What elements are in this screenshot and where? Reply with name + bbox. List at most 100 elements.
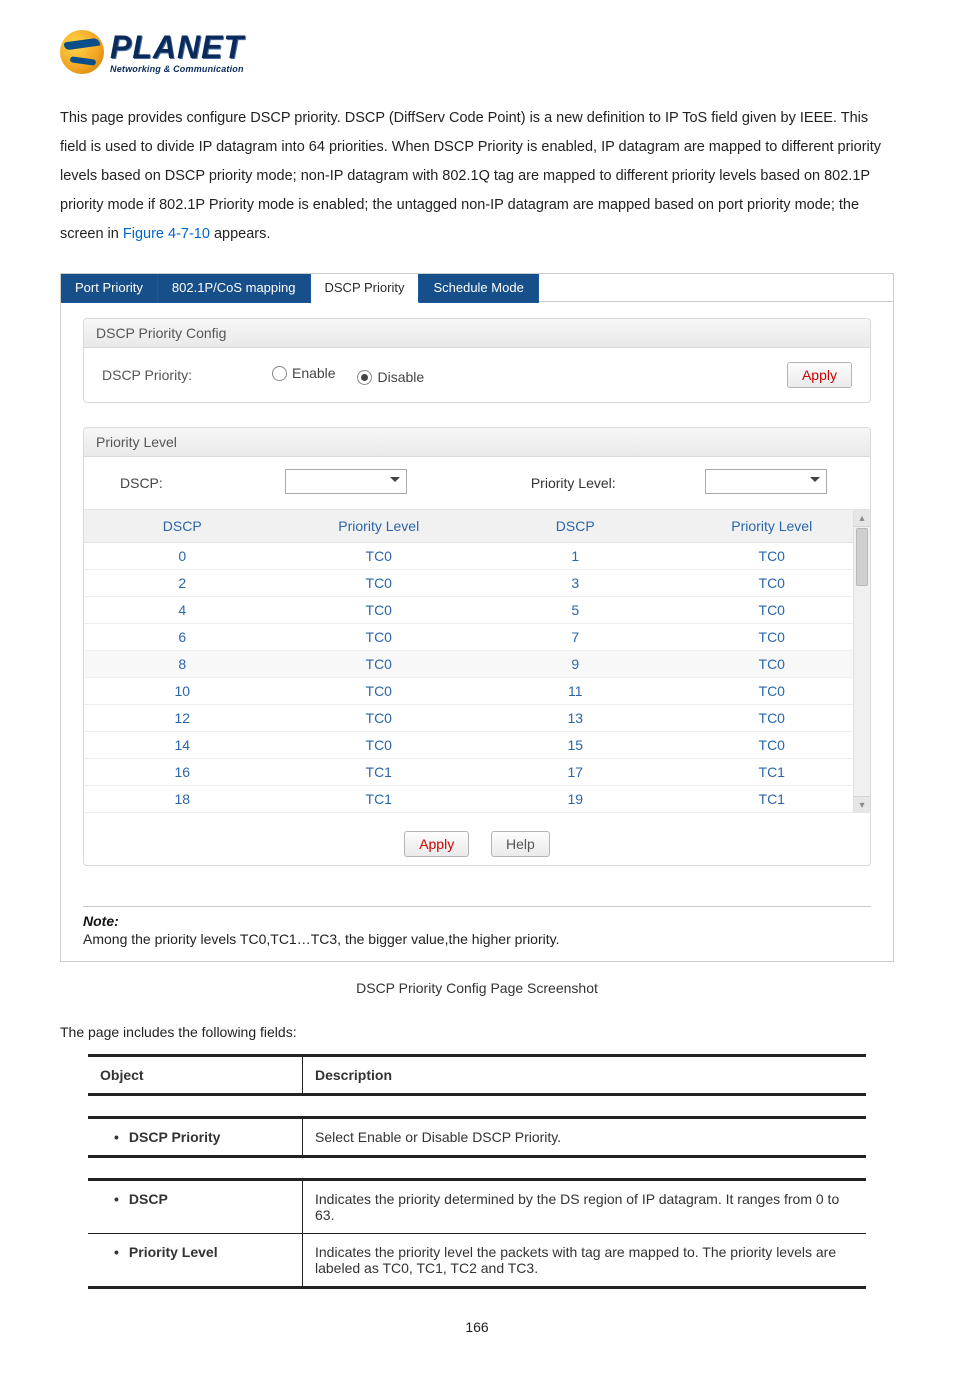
radio-enable[interactable]: Enable (272, 365, 336, 381)
priority-table-body: 0TC01TC02TC03TC04TC05TC06TC07TC08TC09TC0… (84, 543, 870, 813)
table-cell: 17 (477, 764, 674, 780)
table-cell: 1 (477, 548, 674, 564)
tab-8021p-cos-mapping[interactable]: 802.1P/CoS mapping (158, 274, 311, 303)
table-cell: 10 (84, 683, 281, 699)
fields-obj-cell: DSCP Priority (88, 1118, 303, 1157)
table-cell: 2 (84, 575, 281, 591)
fields-config-table: DSCP Priority Select Enable or Disable D… (88, 1116, 866, 1158)
priority-level-select[interactable] (705, 469, 827, 494)
scroll-down-icon[interactable]: ▾ (854, 796, 870, 813)
figure-caption: DSCP Priority Config Page Screenshot (60, 980, 894, 996)
apply-button-table[interactable]: Apply (404, 831, 469, 857)
table-row: 8TC09TC0 (84, 651, 870, 678)
help-button[interactable]: Help (491, 831, 550, 857)
brand-logo: PLANET Networking & Communication (60, 20, 894, 104)
table-cell: 5 (477, 602, 674, 618)
apply-button-config[interactable]: Apply (787, 362, 852, 388)
page-number: 166 (60, 1319, 894, 1335)
fields-desc-cell: Indicates the priority determined by the… (303, 1180, 867, 1234)
fields-th-description: Description (303, 1056, 867, 1095)
vertical-scrollbar[interactable]: ▴ ▾ (853, 510, 870, 813)
table-row: 6TC07TC0 (84, 624, 870, 651)
fields-obj-cell: DSCP (88, 1180, 303, 1234)
table-cell: TC0 (281, 548, 478, 564)
table-cell: TC0 (674, 656, 871, 672)
priority-table-header: DSCP Priority Level DSCP Priority Level (84, 510, 870, 543)
fields-row-dscp-priority: DSCP Priority Select Enable or Disable D… (88, 1118, 866, 1157)
tab-schedule-mode[interactable]: Schedule Mode (419, 274, 538, 303)
table-cell: TC0 (281, 683, 478, 699)
table-cell: 18 (84, 791, 281, 807)
divider (83, 906, 871, 907)
fields-row-priority-level: Priority Level Indicates the priority le… (88, 1234, 866, 1288)
th-pl-right: Priority Level (674, 518, 871, 534)
table-row: 4TC05TC0 (84, 597, 870, 624)
table-cell: TC0 (281, 737, 478, 753)
table-row: 2TC03TC0 (84, 570, 870, 597)
note-text: Among the priority levels TC0,TC1…TC3, t… (83, 931, 871, 947)
table-row: 0TC01TC0 (84, 543, 870, 570)
priority-level-select-label: Priority Level: (477, 475, 670, 491)
tab-dscp-priority[interactable]: DSCP Priority (311, 274, 420, 303)
intro-text-tail: appears. (214, 226, 270, 242)
fields-desc-cell: Select Enable or Disable DSCP Priority. (303, 1118, 867, 1157)
bullet-icon (100, 1191, 129, 1207)
table-cell: TC1 (281, 764, 478, 780)
table-row: 18TC119TC1 (84, 786, 870, 813)
fields-th-object: Object (88, 1056, 303, 1095)
radio-disable-label: Disable (377, 369, 424, 385)
table-cell: 12 (84, 710, 281, 726)
table-cell: TC0 (674, 737, 871, 753)
table-cell: TC0 (674, 629, 871, 645)
tabbar-filler (539, 274, 893, 302)
table-cell: 4 (84, 602, 281, 618)
table-row: 16TC117TC1 (84, 759, 870, 786)
intro-text-main: This page provides configure DSCP priori… (60, 110, 881, 242)
logo-tagline: Networking & Communication (110, 65, 244, 74)
globe-icon (60, 30, 104, 74)
table-cell: TC0 (281, 602, 478, 618)
intro-paragraph: This page provides configure DSCP priori… (60, 104, 894, 249)
table-cell: TC1 (281, 791, 478, 807)
table-cell: 7 (477, 629, 674, 645)
scroll-up-icon[interactable]: ▴ (854, 510, 870, 527)
table-row: 14TC015TC0 (84, 732, 870, 759)
bullet-icon (100, 1129, 129, 1145)
fields-row-dscp: DSCP Indicates the priority determined b… (88, 1180, 866, 1234)
radio-disable[interactable]: Disable (357, 369, 424, 385)
figure-reference-link[interactable]: Figure 4-7-10 (123, 226, 210, 242)
dscp-priority-config-title: DSCP Priority Config (83, 318, 871, 348)
bullet-icon (100, 1244, 129, 1260)
dscp-select-label: DSCP: (92, 475, 285, 491)
tab-port-priority[interactable]: Port Priority (61, 274, 158, 303)
table-cell: 14 (84, 737, 281, 753)
dscp-select[interactable] (285, 469, 407, 494)
fields-desc-cell: Indicates the priority level the packets… (303, 1234, 867, 1288)
table-cell: 11 (477, 683, 674, 699)
dscp-priority-label: DSCP Priority: (102, 367, 192, 383)
table-cell: 13 (477, 710, 674, 726)
table-cell: 8 (84, 656, 281, 672)
priority-level-title: Priority Level (83, 427, 871, 457)
table-cell: 15 (477, 737, 674, 753)
radio-icon-checked (357, 370, 372, 385)
scroll-thumb[interactable] (856, 528, 868, 586)
table-cell: TC0 (281, 575, 478, 591)
table-cell: 19 (477, 791, 674, 807)
table-cell: 9 (477, 656, 674, 672)
th-dscp-left: DSCP (84, 518, 281, 534)
logo-brand-text: PLANET (110, 31, 244, 63)
table-cell: TC0 (281, 629, 478, 645)
th-dscp-right: DSCP (477, 518, 674, 534)
table-cell: TC0 (674, 683, 871, 699)
table-cell: 16 (84, 764, 281, 780)
table-cell: TC0 (674, 710, 871, 726)
chevron-down-icon (810, 477, 820, 487)
table-cell: TC1 (674, 764, 871, 780)
table-cell: TC0 (281, 710, 478, 726)
table-cell: TC0 (674, 602, 871, 618)
radio-enable-label: Enable (292, 365, 336, 381)
table-cell: 0 (84, 548, 281, 564)
tab-bar: Port Priority 802.1P/CoS mapping DSCP Pr… (61, 274, 893, 302)
table-cell: TC0 (674, 548, 871, 564)
